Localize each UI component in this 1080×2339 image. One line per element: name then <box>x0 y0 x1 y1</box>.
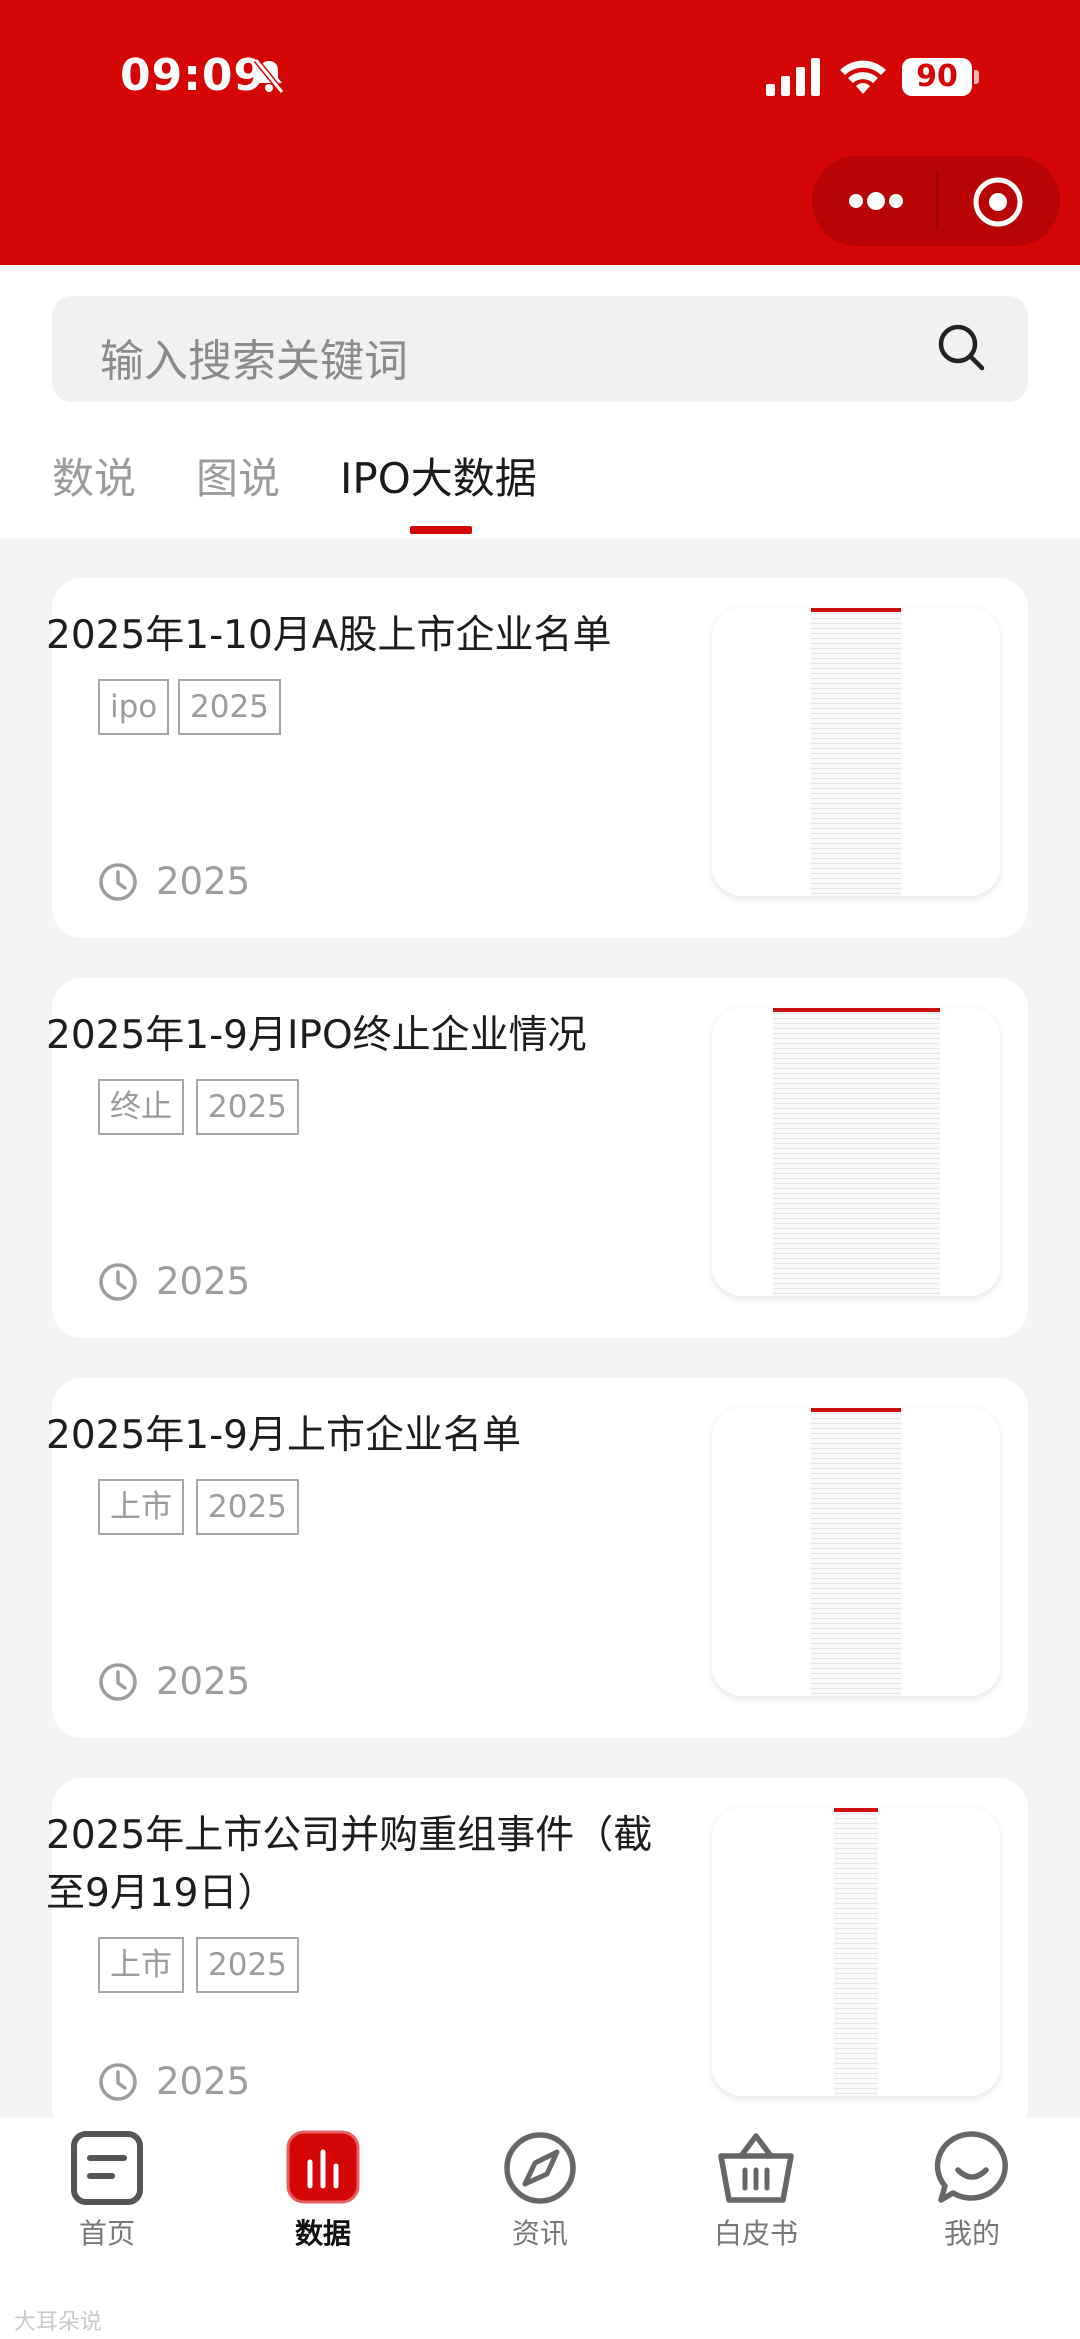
tab-tushuo[interactable]: 图说 <box>196 445 280 506</box>
tag: ipo <box>98 679 170 735</box>
card-title: 2025年上市公司并购重组事件（截至9月19日） <box>46 1813 653 1916</box>
status-time: 09:09 <box>120 50 266 101</box>
tag: 2025 <box>196 1937 299 1993</box>
signal-icon <box>766 58 820 96</box>
capsule-divider <box>936 172 938 230</box>
tag: 终止 <box>98 1079 184 1135</box>
card-title: 2025年1-9月IPO终止企业情况 <box>46 1013 587 1058</box>
search-icon[interactable] <box>936 322 986 372</box>
tag: 2025 <box>196 1079 299 1135</box>
basket-icon[interactable] <box>681 2130 831 2206</box>
card-title: 2025年1-9月上市企业名单 <box>46 1413 521 1458</box>
battery-indicator: 90 <box>902 58 972 96</box>
card-date: 2025 <box>156 860 251 903</box>
card-title: 2025年1-10月A股上市企业名单 <box>46 613 612 658</box>
clock-icon <box>99 1663 137 1701</box>
bar-chart-icon[interactable] <box>248 2130 398 2206</box>
home-doc-icon[interactable] <box>32 2130 182 2206</box>
clock-icon <box>99 1263 137 1301</box>
wifi-icon <box>840 60 886 94</box>
tag: 上市 <box>98 1937 184 1993</box>
tag: 上市 <box>98 1479 184 1535</box>
tag: 2025 <box>178 679 281 735</box>
more-dots-icon[interactable] <box>848 190 904 212</box>
active-tab-indicator <box>410 526 472 534</box>
compass-icon[interactable] <box>465 2130 615 2206</box>
record-circle-icon[interactable] <box>972 176 1024 228</box>
tab-data[interactable]: 数据 <box>248 2212 398 2252</box>
watermark: 大耳朵说 <box>14 2310 103 2335</box>
tab-news[interactable]: 资讯 <box>465 2212 615 2252</box>
card-date: 2025 <box>156 1260 251 1303</box>
card-thumbnail <box>712 1808 1000 2096</box>
battery-tip <box>974 70 979 84</box>
tab-whitepaper[interactable]: 白皮书 <box>681 2212 831 2252</box>
tab-mine[interactable]: 我的 <box>897 2212 1047 2252</box>
card-thumbnail <box>712 1008 1000 1296</box>
tag: 2025 <box>196 1479 299 1535</box>
tab-shushuo[interactable]: 数说 <box>52 445 136 506</box>
smile-chat-icon[interactable] <box>897 2130 1047 2206</box>
clock-icon <box>99 2063 137 2101</box>
clock-icon <box>99 863 137 901</box>
search-placeholder: 输入搜索关键词 <box>100 336 408 387</box>
mute-bell-icon <box>253 58 285 94</box>
card-thumbnail <box>712 1408 1000 1696</box>
tab-ipo-data[interactable]: IPO大数据 <box>340 445 537 506</box>
tab-home[interactable]: 首页 <box>32 2212 182 2252</box>
card-date: 2025 <box>156 2060 251 2103</box>
card-date: 2025 <box>156 1660 251 1703</box>
card-thumbnail <box>712 608 1000 896</box>
